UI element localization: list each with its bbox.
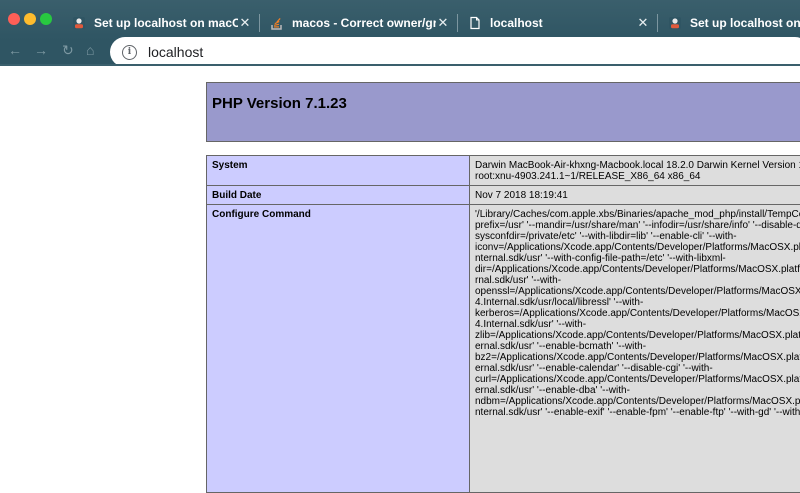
tab-title: localhost [490,16,636,30]
close-tab-icon[interactable]: ✕ [238,15,252,31]
forward-icon[interactable]: → [34,42,48,58]
tab-bar: Set up localhost on macOS High ✕ macos -… [0,0,800,40]
tab-title: Set up localhost on macOS High [690,16,800,30]
php-info-table: System Darwin MacBook-Air-khxng-Macbook.… [206,155,800,493]
table-row: Configure Command '/Library/Caches/com.a… [207,205,800,493]
row-label: Build Date [207,186,470,205]
close-tab-icon[interactable]: ✕ [436,15,450,31]
back-icon[interactable]: ← [8,42,22,58]
home-icon[interactable]: ⌂ [86,42,94,58]
row-label: System [207,156,470,186]
close-tab-icon[interactable]: ✕ [636,15,650,31]
tab-superuser-2[interactable]: Set up localhost on macOS High [658,6,800,40]
tab-superuser-1[interactable]: Set up localhost on macOS High ✕ [62,6,260,40]
tab-title: macos - Correct owner/group/ [292,16,436,30]
table-row: System Darwin MacBook-Air-khxng-Macbook.… [207,156,800,186]
php-version-header: PHP Version 7.1.23 [206,82,800,142]
info-icon[interactable]: i [122,45,137,60]
document-icon [468,16,482,30]
page-title: PHP Version 7.1.23 [212,95,347,112]
tab-stackoverflow[interactable]: macos - Correct owner/group/ ✕ [260,6,458,40]
tab-localhost[interactable]: localhost ✕ [458,6,658,40]
url-text[interactable]: localhost [148,44,203,60]
stackoverflow-icon [270,16,284,30]
tab-title: Set up localhost on macOS High [94,16,238,30]
address-bar[interactable]: i localhost [110,37,800,67]
close-window-button[interactable] [8,13,20,25]
superuser-icon [668,16,682,30]
zoom-window-button[interactable] [40,13,52,25]
row-label: Configure Command [207,205,470,493]
minimize-window-button[interactable] [24,13,36,25]
table-row: Build Date Nov 7 2018 18:19:41 [207,186,800,205]
row-value: '/Library/Caches/com.apple.xbs/Binaries/… [470,205,800,493]
superuser-icon [72,16,86,30]
row-value: Nov 7 2018 18:19:41 [470,186,800,205]
row-value: Darwin MacBook-Air-khxng-Macbook.local 1… [470,156,800,186]
reload-icon[interactable]: ↻ [62,42,74,59]
